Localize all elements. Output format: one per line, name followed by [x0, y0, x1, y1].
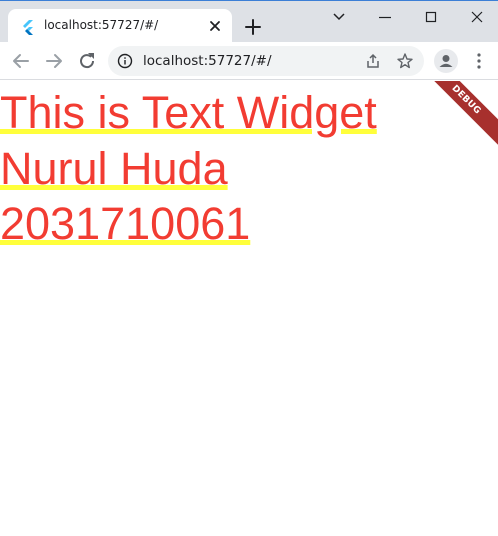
bookmark-star-icon[interactable] [396, 52, 414, 70]
text-line: Nurul Huda [0, 142, 228, 194]
kebab-menu-icon[interactable] [470, 51, 488, 71]
browser-toolbar: localhost:57727/#/ [0, 42, 498, 80]
forward-arrow-icon[interactable] [43, 50, 65, 72]
back-arrow-icon[interactable] [10, 50, 32, 72]
page-viewport: This is Text Widget Nurul Huda 203171006… [0, 81, 498, 536]
profile-avatar[interactable] [434, 49, 458, 73]
browser-window: localhost:57727/#/ localhost:57727/#/ Th… [0, 0, 498, 536]
window-close-icon[interactable] [465, 5, 489, 29]
text-widget: This is Text Widget Nurul Huda 203171006… [0, 85, 377, 252]
text-line: 2031710061 [0, 198, 251, 249]
text-line: This is Text Widget [0, 87, 377, 138]
new-tab-icon[interactable] [242, 16, 264, 38]
tab-title: localhost:57727/#/ [44, 18, 159, 32]
url-text[interactable]: localhost:57727/#/ [143, 53, 272, 69]
flutter-favicon-icon [23, 20, 33, 35]
person-icon [439, 55, 453, 67]
debug-banner: DEBUG [417, 81, 498, 149]
tab-close-icon[interactable] [206, 17, 224, 35]
reload-icon[interactable] [76, 50, 98, 72]
minimize-icon[interactable] [373, 5, 397, 29]
tab-search-chevron-icon[interactable] [327, 5, 351, 29]
share-icon[interactable] [364, 52, 382, 70]
site-info-icon[interactable] [117, 53, 133, 69]
maximize-icon[interactable] [419, 5, 443, 29]
address-bar[interactable]: localhost:57727/#/ [108, 46, 424, 76]
active-tab[interactable]: localhost:57727/#/ [8, 9, 232, 43]
tab-strip: localhost:57727/#/ [0, 0, 498, 43]
